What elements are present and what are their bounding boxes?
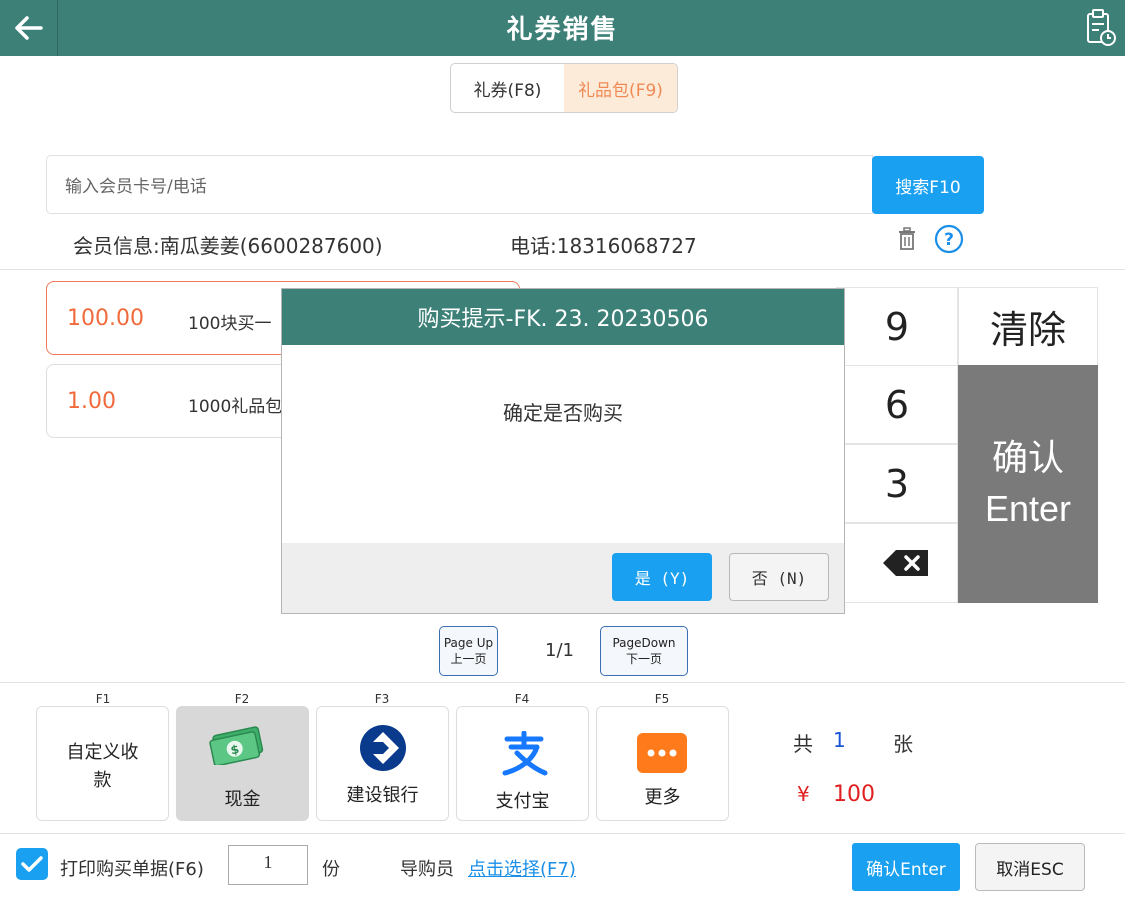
no-button[interactable]: 否 (N) — [729, 553, 829, 601]
dialog-message: 确定是否购买 — [503, 401, 623, 425]
search-button[interactable]: 搜索F10 — [872, 156, 984, 214]
page-title: 礼券销售 — [506, 15, 619, 45]
more-icon — [637, 733, 687, 773]
pay-alipay[interactable]: 支付宝 — [456, 706, 589, 821]
svg-text:?: ? — [944, 230, 954, 250]
pay-custom-label: 自定义收款 — [66, 742, 139, 791]
clipboard-clock-icon — [1087, 9, 1116, 46]
purchase-confirm-dialog: 购买提示-FK. 23. 20230506 确定是否购买 是 (Y) 否 (N) — [281, 288, 845, 614]
page-up-label: Page Up — [443, 636, 494, 650]
page-up-sublabel: 上一页 — [450, 652, 487, 666]
check-icon — [21, 856, 43, 872]
member-info: 会员信息:南瓜姜姜(6600287600) — [73, 234, 383, 258]
enter-key-line2: Enter — [984, 488, 1072, 529]
page-indicator: 1/1 — [545, 640, 574, 661]
item-price: 100.00 — [67, 306, 144, 331]
fkey-f2: F2 — [227, 692, 257, 706]
page-down-label: PageDown — [612, 636, 676, 650]
fkey-f1: F1 — [88, 692, 118, 706]
member-phone: 电话:18316068727 — [510, 234, 697, 258]
tab-gift-pack[interactable]: 礼品包(F9) — [564, 64, 677, 112]
divider — [0, 269, 1125, 270]
page-up-button[interactable]: Page Up 上一页 — [439, 626, 498, 676]
dialog-footer: 是 (Y) 否 (N) — [282, 543, 844, 613]
count-prefix: 共 — [793, 732, 813, 756]
divider — [0, 833, 1125, 834]
fkey-f3: F3 — [367, 692, 397, 706]
pay-ccb-label: 建设银行 — [346, 785, 419, 806]
guide-label: 导购员 — [400, 859, 454, 880]
select-guide-link[interactable]: 点击选择(F7) — [468, 855, 576, 881]
member-search-input[interactable]: 输入会员卡号/电话 — [46, 155, 873, 214]
item-name: 100块买一 — [188, 314, 272, 334]
key-9[interactable]: 9 — [836, 287, 958, 366]
trash-icon[interactable] — [896, 226, 918, 252]
divider — [0, 682, 1125, 683]
total-amount: 100 — [833, 782, 875, 807]
category-tabs: 礼券(F8) 礼品包(F9) — [450, 63, 678, 113]
backspace-key[interactable] — [836, 523, 958, 603]
count-value: 1 — [833, 728, 846, 752]
tab-coupon[interactable]: 礼券(F8) — [451, 64, 564, 112]
backspace-icon — [883, 550, 928, 576]
pay-cash[interactable]: $ 现金 — [176, 706, 309, 821]
currency-symbol: ¥ — [797, 782, 810, 806]
pay-alipay-label: 支付宝 — [495, 791, 550, 812]
alipay-icon — [502, 731, 548, 776]
item-price: 1.00 — [67, 389, 116, 414]
copies-input[interactable]: 1 — [228, 845, 308, 885]
ccb-bank-icon — [360, 725, 406, 771]
copies-unit: 份 — [322, 859, 340, 880]
item-name: 1000礼品包 — [188, 397, 283, 417]
dialog-title: 购买提示-FK. 23. 20230506 — [282, 289, 844, 345]
clear-key[interactable]: 清除 — [958, 287, 1098, 366]
cash-icon: $ — [209, 726, 264, 765]
yes-button[interactable]: 是 (Y) — [612, 553, 712, 601]
pay-cash-label: 现金 — [224, 789, 261, 810]
pay-custom[interactable]: 自定义收款 — [36, 706, 169, 821]
print-receipt-label: 打印购买单据(F6) — [60, 859, 204, 880]
confirm-button[interactable]: 确认Enter — [852, 843, 960, 891]
fkey-f4: F4 — [507, 692, 537, 706]
pay-more[interactable]: 更多 — [596, 706, 729, 821]
help-icon[interactable]: ? — [934, 224, 964, 254]
enter-key-line1: 确认 — [991, 438, 1064, 479]
key-3[interactable]: 3 — [836, 444, 958, 523]
print-receipt-checkbox[interactable] — [16, 848, 48, 880]
pay-ccb[interactable]: 建设银行 — [316, 706, 449, 821]
cancel-button[interactable]: 取消ESC — [975, 843, 1085, 891]
header-bar: 礼券销售 — [0, 0, 1125, 56]
fkey-f5: F5 — [647, 692, 677, 706]
count-suffix: 张 — [893, 732, 913, 756]
pay-more-label: 更多 — [644, 787, 681, 808]
key-6[interactable]: 6 — [836, 365, 958, 444]
page-down-button[interactable]: PageDown 下一页 — [600, 626, 688, 676]
history-button[interactable] — [1085, 8, 1117, 48]
enter-key[interactable]: 确认 Enter — [958, 365, 1098, 603]
page-down-sublabel: 下一页 — [625, 652, 662, 666]
